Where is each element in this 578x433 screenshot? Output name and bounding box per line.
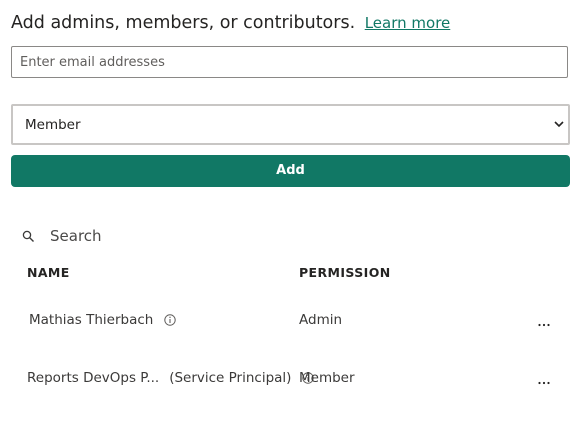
chevron-down-icon (554, 121, 564, 128)
more-options-icon[interactable] (537, 321, 551, 329)
table-row-name: Mathias Thierbach (29, 312, 176, 328)
column-header-permission: PERMISSION (299, 265, 391, 280)
table-row-name: Reports DevOps P... (Service Principal) (27, 370, 314, 386)
role-select[interactable]: Member (11, 104, 570, 145)
learn-more-link[interactable]: Learn more (365, 14, 451, 32)
service-principal-tag: (Service Principal) (169, 370, 292, 386)
info-icon[interactable] (163, 314, 176, 326)
heading-text: Add admins, members, or contributors. (11, 13, 356, 33)
more-options-icon[interactable] (537, 379, 551, 387)
column-header-name: NAME (27, 265, 70, 280)
search-icon (22, 230, 34, 242)
role-select-value: Member (25, 117, 81, 133)
panel-heading: Add admins, members, or contributors. Le… (11, 13, 450, 33)
add-button[interactable]: Add (11, 155, 570, 187)
member-permission: Member (299, 370, 355, 386)
member-permission: Admin (299, 312, 343, 328)
member-name: Mathias Thierbach (29, 312, 154, 328)
access-panel: Add admins, members, or contributors. Le… (0, 0, 578, 433)
email-input[interactable] (11, 46, 568, 78)
member-name: Reports DevOps P... (27, 370, 160, 386)
search-placeholder: Search (50, 227, 102, 245)
